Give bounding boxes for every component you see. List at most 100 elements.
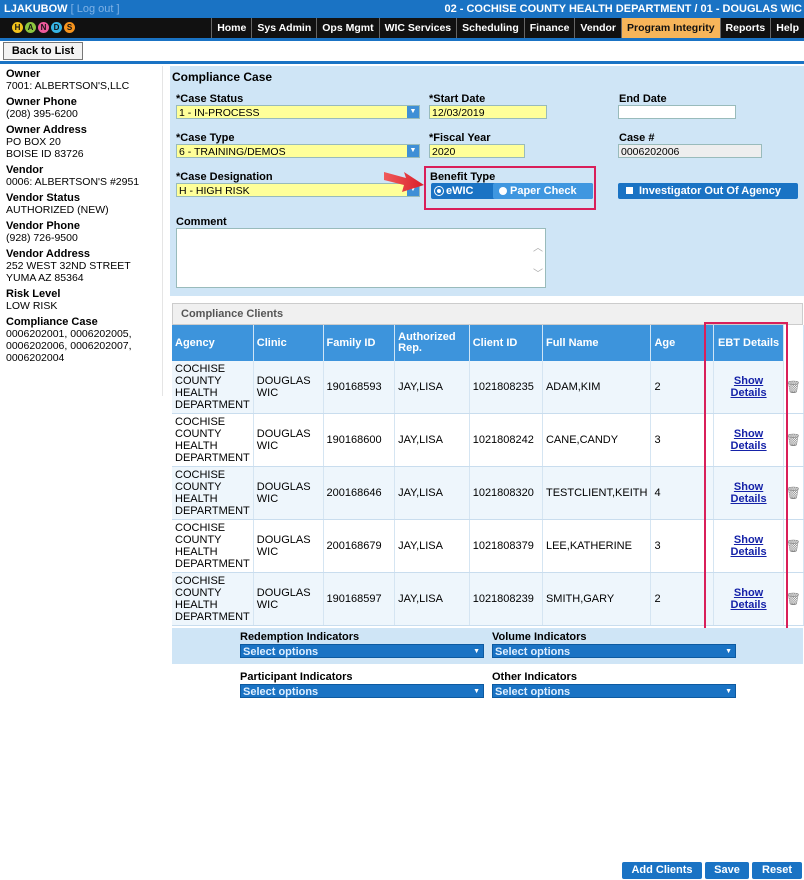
sidebar-value: 252 WEST 32ND STREET YUMA AZ 85364: [6, 260, 131, 284]
radio-paper-check-label: Paper Check: [510, 185, 577, 197]
participant-indicators-select[interactable]: Select options ▼: [240, 684, 484, 698]
case-type-select[interactable]: 6 - TRAINING/DEMOS ▼: [176, 144, 420, 158]
cell-auth-rep: JAY,LISA: [394, 361, 470, 414]
sidebar-label: Compliance Case: [6, 316, 98, 328]
sidebar-value: LOW RISK: [6, 300, 58, 312]
participant-indicators-label: Participant Indicators: [240, 671, 353, 683]
back-to-list-button[interactable]: Back to List: [3, 42, 83, 60]
cell-agency: COCHISE COUNTY HEALTH DEPARTMENT: [172, 519, 254, 573]
fiscal-year-input[interactable]: 2020: [429, 144, 525, 158]
page-title: Compliance Case: [172, 70, 273, 84]
end-date-input[interactable]: [618, 105, 736, 119]
ebt-details-highlight: [704, 322, 788, 630]
sidebar-group: Vendor 0006: ALBERTSON'S #2951: [6, 164, 162, 188]
save-button[interactable]: Save: [705, 862, 749, 879]
sidebar-value: PO BOX 20 BOISE ID 83726: [6, 136, 84, 160]
add-clients-button[interactable]: Add Clients: [622, 862, 702, 879]
nav-wic-services[interactable]: WIC Services: [378, 18, 457, 38]
cell-auth-rep: JAY,LISA: [394, 466, 470, 520]
column-header: Family ID: [323, 325, 396, 361]
dropdown-arrow-icon: ▼: [407, 145, 419, 157]
sidebar-label: Owner Address: [6, 124, 87, 136]
cell-family-id: 190168597: [323, 572, 396, 626]
nav-finance[interactable]: Finance: [523, 18, 575, 38]
sidebar-group: Compliance Case 0006202001, 0006202005, 0…: [6, 316, 162, 364]
volume-indicators-select[interactable]: Select options ▼: [492, 644, 736, 658]
radio-selected-icon: [435, 187, 443, 195]
top-bar: LJAKUBOW [ Log out ] 02 - COCHISE COUNTY…: [0, 0, 804, 18]
scroll-up-icon[interactable]: ︿: [533, 239, 543, 254]
cell-family-id: 190168593: [323, 361, 396, 414]
sidebar-value: (208) 395-6200: [6, 108, 78, 120]
sidebar-group: Owner Phone (208) 395-6200: [6, 96, 162, 120]
column-header: Authorized Rep.: [394, 325, 470, 361]
cell-clinic: DOUGLAS WIC: [253, 466, 324, 520]
logo-letter: D: [51, 22, 62, 33]
vendor-sidebar: Owner 7001: ALBERTSON'S,LLC Owner Phone (20…: [0, 66, 163, 396]
column-header: Agency: [172, 325, 254, 361]
nav-scheduling[interactable]: Scheduling: [456, 18, 524, 38]
radio-unselected-icon: [499, 187, 507, 195]
case-designation-label: *Case Designation: [176, 171, 273, 183]
sidebar-label: Vendor Address: [6, 248, 90, 260]
cell-clinic: DOUGLAS WIC: [253, 413, 324, 467]
hands-logo: HANDS: [4, 18, 76, 38]
sidebar-label: Vendor Phone: [6, 220, 80, 232]
sidebar-value: 7001: ALBERTSON'S,LLC: [6, 80, 130, 92]
start-date-input[interactable]: 12/03/2019: [429, 105, 547, 119]
other-indicators-placeholder: Select options: [495, 686, 571, 698]
sidebar-group: Owner Address PO BOX 20 BOISE ID 83726: [6, 124, 162, 160]
redemption-indicators-placeholder: Select options: [243, 646, 319, 658]
case-status-select[interactable]: 1 - IN-PROCESS ▼: [176, 105, 420, 119]
case-status-value: 1 - IN-PROCESS: [179, 107, 260, 119]
nav-reports[interactable]: Reports: [719, 18, 771, 38]
sidebar-label: Vendor: [6, 164, 44, 176]
case-type-label: *Case Type: [176, 132, 235, 144]
sidebar-value: AUTHORIZED (NEW): [6, 204, 109, 216]
nav-help[interactable]: Help: [770, 18, 804, 38]
sidebar-label: Owner Phone: [6, 96, 77, 108]
column-header: Full Name: [542, 325, 652, 361]
case-status-label: *Case Status: [176, 93, 244, 105]
sidebar-value: 0006202001, 0006202005, 0006202006, 0006…: [6, 328, 132, 364]
participant-indicators-placeholder: Select options: [243, 686, 319, 698]
sidebar-group: Vendor Address 252 WEST 32ND STREET YUMA …: [6, 248, 162, 284]
cell-clinic: DOUGLAS WIC: [253, 361, 324, 414]
nav-ops-mgmt[interactable]: Ops Mgmt: [316, 18, 378, 38]
dropdown-arrow-icon: ▼: [473, 648, 480, 655]
logo-letter: S: [64, 22, 75, 33]
nav-home[interactable]: Home: [211, 18, 251, 38]
radio-ewic-label: eWIC: [446, 185, 474, 197]
redemption-indicators-label: Redemption Indicators: [240, 631, 360, 643]
username: LJAKUBOW: [4, 3, 68, 15]
cell-full-name: LEE,KATHERINE: [542, 519, 652, 573]
cell-clinic: DOUGLAS WIC: [253, 519, 324, 573]
dropdown-arrow-icon: ▼: [725, 688, 732, 695]
logo-letter: N: [38, 22, 49, 33]
benefit-type-radio-group: eWIC Paper Check: [431, 183, 593, 199]
cell-family-id: 190168600: [323, 413, 396, 467]
cell-full-name: SMITH,GARY: [542, 572, 652, 626]
logout-link[interactable]: [ Log out ]: [71, 3, 120, 15]
scroll-down-icon[interactable]: ﹀: [533, 265, 543, 280]
end-date-label: End Date: [619, 93, 667, 105]
radio-paper-check[interactable]: Paper Check: [493, 183, 593, 199]
column-header: Clinic: [253, 325, 324, 361]
nav-program-integrity[interactable]: Program Integrity: [621, 18, 720, 38]
radio-ewic[interactable]: eWIC: [435, 185, 474, 197]
nav-sys-admin[interactable]: Sys Admin: [251, 18, 316, 38]
investigator-out-of-agency-checkbox[interactable]: Investigator Out Of Agency: [618, 183, 798, 199]
other-indicators-select[interactable]: Select options ▼: [492, 684, 736, 698]
other-indicators-label: Other Indicators: [492, 671, 577, 683]
fiscal-year-label: *Fiscal Year: [429, 132, 491, 144]
comment-label: Comment: [176, 216, 227, 228]
sidebar-label: Vendor Status: [6, 192, 80, 204]
redemption-indicators-select[interactable]: Select options ▼: [240, 644, 484, 658]
case-type-value: 6 - TRAINING/DEMOS: [179, 146, 286, 158]
cell-client-id: 1021808379: [469, 519, 543, 573]
nav-vendor[interactable]: Vendor: [574, 18, 621, 38]
cell-client-id: 1021808235: [469, 361, 543, 414]
sidebar-value: 0006: ALBERTSON'S #2951: [6, 176, 140, 188]
reset-button[interactable]: Reset: [752, 862, 802, 879]
comment-textarea[interactable]: ︿ ﹀: [176, 228, 546, 288]
